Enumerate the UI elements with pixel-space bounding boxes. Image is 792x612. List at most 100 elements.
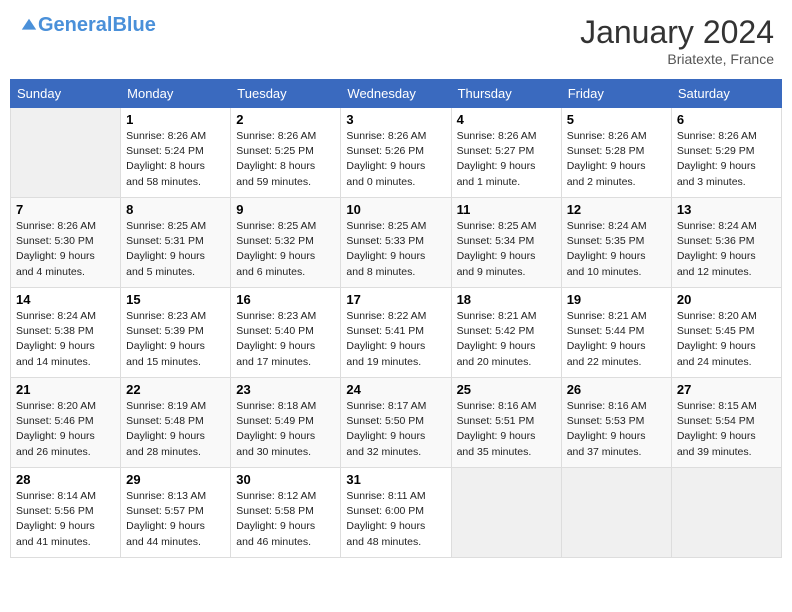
page-header: GeneralBlue January 2024 Briatexte, Fran… [10, 10, 782, 71]
day-content: Sunrise: 8:25 AM Sunset: 5:32 PM Dayligh… [236, 219, 335, 280]
day-number: 16 [236, 292, 335, 307]
day-content: Sunrise: 8:26 AM Sunset: 5:25 PM Dayligh… [236, 129, 335, 190]
day-content: Sunrise: 8:16 AM Sunset: 5:51 PM Dayligh… [457, 399, 556, 460]
day-cell: 8 Sunrise: 8:25 AM Sunset: 5:31 PM Daylig… [121, 198, 231, 288]
day-cell: 14Sunrise: 8:24 AM Sunset: 5:38 PM Dayli… [11, 288, 121, 378]
col-header-sunday: Sunday [11, 80, 121, 108]
day-cell: 23 Sunrise: 8:18 AM Sunset: 5:49 PM Dayli… [231, 378, 341, 468]
day-cell: 21 Sunrise: 8:20 AM Sunset: 5:46 PM Dayli… [11, 378, 121, 468]
day-cell: 18Sunrise: 8:21 AM Sunset: 5:42 PM Dayli… [451, 288, 561, 378]
day-content: Sunrise: 8:12 AM Sunset: 5:58 PM Dayligh… [236, 489, 335, 550]
day-content: Sunrise: 8:20 AM Sunset: 5:45 PM Dayligh… [677, 309, 776, 370]
col-header-friday: Friday [561, 80, 671, 108]
month-title: January 2024 [580, 14, 774, 51]
day-content: Sunrise: 8:17 AM Sunset: 5:50 PM Dayligh… [346, 399, 445, 460]
day-content: Sunrise: 8:14 AM Sunset: 5:56 PM Dayligh… [16, 489, 115, 550]
day-number: 18 [457, 292, 556, 307]
day-number: 2 [236, 112, 335, 127]
day-cell: 30 Sunrise: 8:12 AM Sunset: 5:58 PM Dayli… [231, 468, 341, 558]
day-cell: 28 Sunrise: 8:14 AM Sunset: 5:56 PM Dayli… [11, 468, 121, 558]
day-number: 29 [126, 472, 225, 487]
day-content: Sunrise: 8:25 AM Sunset: 5:31 PM Dayligh… [126, 219, 225, 280]
day-cell: 20 Sunrise: 8:20 AM Sunset: 5:45 PM Dayli… [671, 288, 781, 378]
day-number: 30 [236, 472, 335, 487]
day-number: 3 [346, 112, 445, 127]
day-cell: 12 Sunrise: 8:24 AM Sunset: 5:35 PM Dayli… [561, 198, 671, 288]
day-content: Sunrise: 8:25 AM Sunset: 5:33 PM Dayligh… [346, 219, 445, 280]
day-cell: 26 Sunrise: 8:16 AM Sunset: 5:53 PM Dayli… [561, 378, 671, 468]
day-number: 11 [457, 202, 556, 217]
day-cell: 19 Sunrise: 8:21 AM Sunset: 5:44 PM Dayli… [561, 288, 671, 378]
day-cell: 27 Sunrise: 8:15 AM Sunset: 5:54 PM Dayli… [671, 378, 781, 468]
week-row-4: 21 Sunrise: 8:20 AM Sunset: 5:46 PM Dayli… [11, 378, 782, 468]
day-number: 12 [567, 202, 666, 217]
day-number: 9 [236, 202, 335, 217]
day-number: 23 [236, 382, 335, 397]
day-number: 24 [346, 382, 445, 397]
day-cell: 16 Sunrise: 8:23 AM Sunset: 5:40 PM Dayli… [231, 288, 341, 378]
day-content: Sunrise: 8:11 AM Sunset: 6:00 PM Dayligh… [346, 489, 445, 550]
location-title: Briatexte, France [580, 51, 774, 67]
col-header-tuesday: Tuesday [231, 80, 341, 108]
day-content: Sunrise: 8:20 AM Sunset: 5:46 PM Dayligh… [16, 399, 115, 460]
week-row-2: 7Sunrise: 8:26 AM Sunset: 5:30 PM Daylig… [11, 198, 782, 288]
day-cell: 5Sunrise: 8:26 AM Sunset: 5:28 PM Daylig… [561, 108, 671, 198]
day-number: 10 [346, 202, 445, 217]
day-cell: 13Sunrise: 8:24 AM Sunset: 5:36 PM Dayli… [671, 198, 781, 288]
day-content: Sunrise: 8:25 AM Sunset: 5:34 PM Dayligh… [457, 219, 556, 280]
day-number: 15 [126, 292, 225, 307]
logo: GeneralBlue [18, 14, 156, 37]
day-cell [671, 468, 781, 558]
calendar-body: 1Sunrise: 8:26 AM Sunset: 5:24 PM Daylig… [11, 108, 782, 558]
day-number: 6 [677, 112, 776, 127]
day-cell [11, 108, 121, 198]
day-number: 27 [677, 382, 776, 397]
day-cell: 7Sunrise: 8:26 AM Sunset: 5:30 PM Daylig… [11, 198, 121, 288]
day-cell: 24 Sunrise: 8:17 AM Sunset: 5:50 PM Dayli… [341, 378, 451, 468]
day-number: 21 [16, 382, 115, 397]
day-number: 25 [457, 382, 556, 397]
day-cell: 22Sunrise: 8:19 AM Sunset: 5:48 PM Dayli… [121, 378, 231, 468]
day-content: Sunrise: 8:24 AM Sunset: 5:35 PM Dayligh… [567, 219, 666, 280]
col-header-saturday: Saturday [671, 80, 781, 108]
day-cell: 9 Sunrise: 8:25 AM Sunset: 5:32 PM Daylig… [231, 198, 341, 288]
col-header-monday: Monday [121, 80, 231, 108]
day-number: 1 [126, 112, 225, 127]
day-cell [451, 468, 561, 558]
day-content: Sunrise: 8:22 AM Sunset: 5:41 PM Dayligh… [346, 309, 445, 370]
day-content: Sunrise: 8:13 AM Sunset: 5:57 PM Dayligh… [126, 489, 225, 550]
day-cell [561, 468, 671, 558]
day-content: Sunrise: 8:23 AM Sunset: 5:39 PM Dayligh… [126, 309, 225, 370]
day-cell: 25 Sunrise: 8:16 AM Sunset: 5:51 PM Dayli… [451, 378, 561, 468]
day-number: 31 [346, 472, 445, 487]
day-content: Sunrise: 8:18 AM Sunset: 5:49 PM Dayligh… [236, 399, 335, 460]
day-content: Sunrise: 8:23 AM Sunset: 5:40 PM Dayligh… [236, 309, 335, 370]
title-area: January 2024 Briatexte, France [580, 14, 774, 67]
day-number: 19 [567, 292, 666, 307]
week-row-5: 28 Sunrise: 8:14 AM Sunset: 5:56 PM Dayli… [11, 468, 782, 558]
day-number: 28 [16, 472, 115, 487]
day-content: Sunrise: 8:26 AM Sunset: 5:27 PM Dayligh… [457, 129, 556, 190]
day-content: Sunrise: 8:15 AM Sunset: 5:54 PM Dayligh… [677, 399, 776, 460]
day-number: 26 [567, 382, 666, 397]
day-cell: 15 Sunrise: 8:23 AM Sunset: 5:39 PM Dayli… [121, 288, 231, 378]
day-number: 4 [457, 112, 556, 127]
day-number: 17 [346, 292, 445, 307]
day-cell: 17 Sunrise: 8:22 AM Sunset: 5:41 PM Dayli… [341, 288, 451, 378]
day-number: 5 [567, 112, 666, 127]
day-content: Sunrise: 8:26 AM Sunset: 5:30 PM Dayligh… [16, 219, 115, 280]
day-number: 8 [126, 202, 225, 217]
logo-text: GeneralBlue [38, 14, 156, 37]
day-cell: 29 Sunrise: 8:13 AM Sunset: 5:57 PM Dayli… [121, 468, 231, 558]
col-header-thursday: Thursday [451, 80, 561, 108]
day-content: Sunrise: 8:26 AM Sunset: 5:29 PM Dayligh… [677, 129, 776, 190]
col-header-wednesday: Wednesday [341, 80, 451, 108]
day-number: 20 [677, 292, 776, 307]
day-cell: 4 Sunrise: 8:26 AM Sunset: 5:27 PM Daylig… [451, 108, 561, 198]
day-content: Sunrise: 8:21 AM Sunset: 5:44 PM Dayligh… [567, 309, 666, 370]
day-cell: 31 Sunrise: 8:11 AM Sunset: 6:00 PM Dayli… [341, 468, 451, 558]
day-cell: 11 Sunrise: 8:25 AM Sunset: 5:34 PM Dayli… [451, 198, 561, 288]
day-content: Sunrise: 8:24 AM Sunset: 5:36 PM Dayligh… [677, 219, 776, 280]
day-content: Sunrise: 8:16 AM Sunset: 5:53 PM Dayligh… [567, 399, 666, 460]
calendar-header-row: SundayMondayTuesdayWednesdayThursdayFrid… [11, 80, 782, 108]
